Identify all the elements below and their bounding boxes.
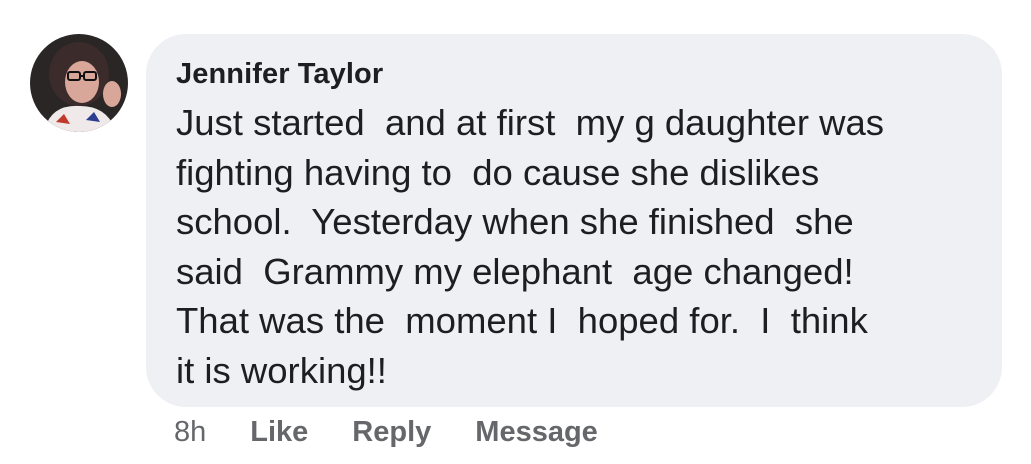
comment-bubble: Jennifer Taylor Just started and at firs… [146, 34, 1002, 407]
comment-text-line: Just started and at first my g daughter … [176, 102, 885, 143]
comment-text-line: fighting having to do cause she dislikes [176, 151, 820, 193]
avatar[interactable] [30, 34, 128, 132]
comment-actions: 8h Like Reply Message [174, 414, 642, 450]
message-button[interactable]: Message [475, 416, 598, 449]
avatar-photo-icon [30, 34, 128, 132]
comment-text: Just started and at first my g daughter … [176, 98, 978, 395]
like-button[interactable]: Like [250, 416, 308, 449]
comment-timestamp[interactable]: 8h [174, 416, 206, 449]
reply-button[interactable]: Reply [352, 416, 431, 449]
comment-author[interactable]: Jennifer Taylor [176, 54, 978, 94]
comment-text-line: That was the moment I hoped for. I think [176, 300, 868, 341]
comment-text-line: said Grammy my elephant age changed! [176, 250, 854, 292]
comment-text-line: it is working!! [176, 349, 387, 391]
comment-text-line: school. Yesterday when she finished she [176, 201, 854, 242]
